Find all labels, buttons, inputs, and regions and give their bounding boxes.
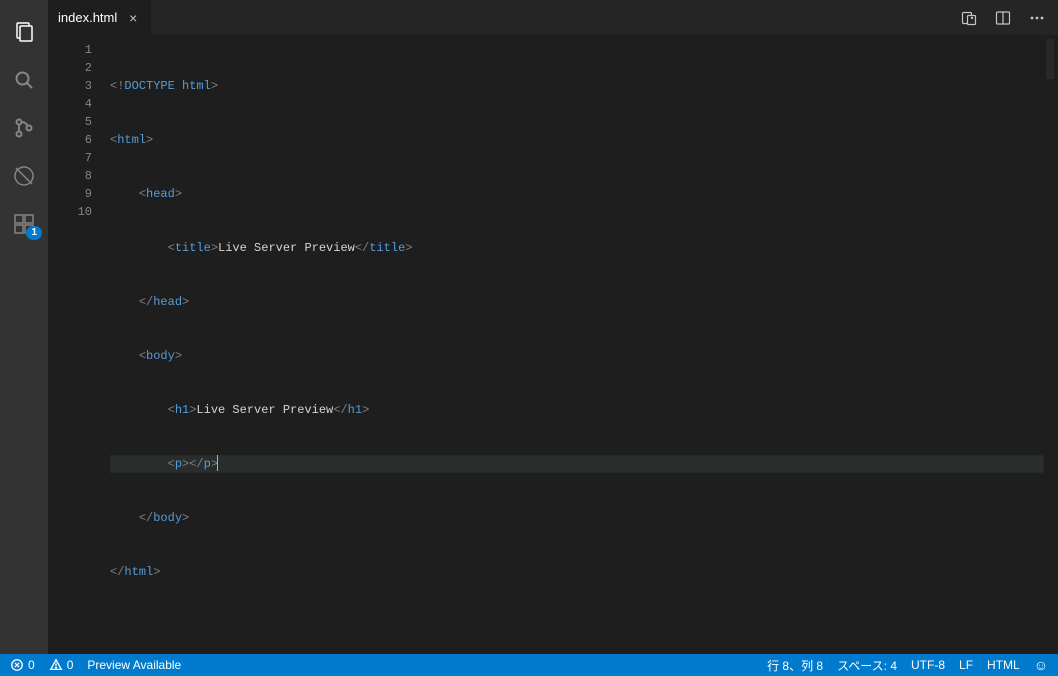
search-icon[interactable] <box>0 56 48 104</box>
tab-label: index.html <box>58 10 117 25</box>
open-preview-icon[interactable] <box>958 7 980 29</box>
code-line[interactable]: <!DOCTYPE html> <box>110 77 1044 95</box>
tab-index-html[interactable]: index.html × <box>48 0 151 35</box>
line-number: 1 <box>48 41 92 59</box>
error-icon <box>10 658 24 672</box>
line-number: 6 <box>48 131 92 149</box>
status-indent[interactable]: スペース: 4 <box>837 657 897 674</box>
code-content[interactable]: <!DOCTYPE html> <html> <head> <title>Liv… <box>110 35 1044 654</box>
more-actions-icon[interactable] <box>1026 7 1048 29</box>
minimap[interactable] <box>1044 35 1058 654</box>
code-line[interactable]: <body> <box>110 347 1044 365</box>
code-editor[interactable]: 1 2 3 4 5 6 7 8 9 10 <!DOCTYPE html> <ht… <box>48 35 1058 654</box>
warning-icon <box>49 658 63 672</box>
status-warnings[interactable]: 0 <box>49 658 74 672</box>
line-number: 3 <box>48 77 92 95</box>
feedback-icon[interactable]: ☺ <box>1034 657 1048 673</box>
status-cursor-position[interactable]: 行 8、列 8 <box>767 657 823 674</box>
status-eol[interactable]: LF <box>959 658 973 672</box>
close-icon[interactable]: × <box>125 10 141 26</box>
line-number: 5 <box>48 113 92 131</box>
code-line[interactable]: </html> <box>110 563 1044 581</box>
code-line[interactable]: <html> <box>110 131 1044 149</box>
extensions-badge: 1 <box>26 226 42 240</box>
code-line[interactable]: </head> <box>110 293 1044 311</box>
activity-bar: 1 <box>0 0 48 654</box>
status-bar: 0 0 Preview Available 行 8、列 8 スペース: 4 UT… <box>0 654 1058 676</box>
status-encoding[interactable]: UTF-8 <box>911 658 945 672</box>
source-control-icon[interactable] <box>0 104 48 152</box>
line-number-gutter: 1 2 3 4 5 6 7 8 9 10 <box>48 35 110 654</box>
line-number: 4 <box>48 95 92 113</box>
code-line-current[interactable]: <p></p> <box>110 455 1044 473</box>
code-line[interactable]: </body> <box>110 509 1044 527</box>
status-language[interactable]: HTML <box>987 658 1020 672</box>
line-number: 2 <box>48 59 92 77</box>
status-errors[interactable]: 0 <box>10 658 35 672</box>
extensions-icon[interactable]: 1 <box>0 200 48 248</box>
line-number: 9 <box>48 185 92 203</box>
warnings-count: 0 <box>67 658 74 672</box>
editor-actions <box>958 0 1058 35</box>
code-line[interactable]: <title>Live Server Preview</title> <box>110 239 1044 257</box>
errors-count: 0 <box>28 658 35 672</box>
debug-icon[interactable] <box>0 152 48 200</box>
code-line[interactable]: <head> <box>110 185 1044 203</box>
line-number: 10 <box>48 203 92 221</box>
status-preview-available[interactable]: Preview Available <box>87 658 181 672</box>
line-number: 7 <box>48 149 92 167</box>
code-line[interactable]: <h1>Live Server Preview</h1> <box>110 401 1044 419</box>
text-cursor <box>217 455 218 471</box>
editor-area: index.html × 1 2 3 4 5 6 7 8 9 10 <box>48 0 1058 654</box>
tab-bar: index.html × <box>48 0 1058 35</box>
split-editor-icon[interactable] <box>992 7 1014 29</box>
explorer-icon[interactable] <box>0 8 48 56</box>
line-number: 8 <box>48 167 92 185</box>
